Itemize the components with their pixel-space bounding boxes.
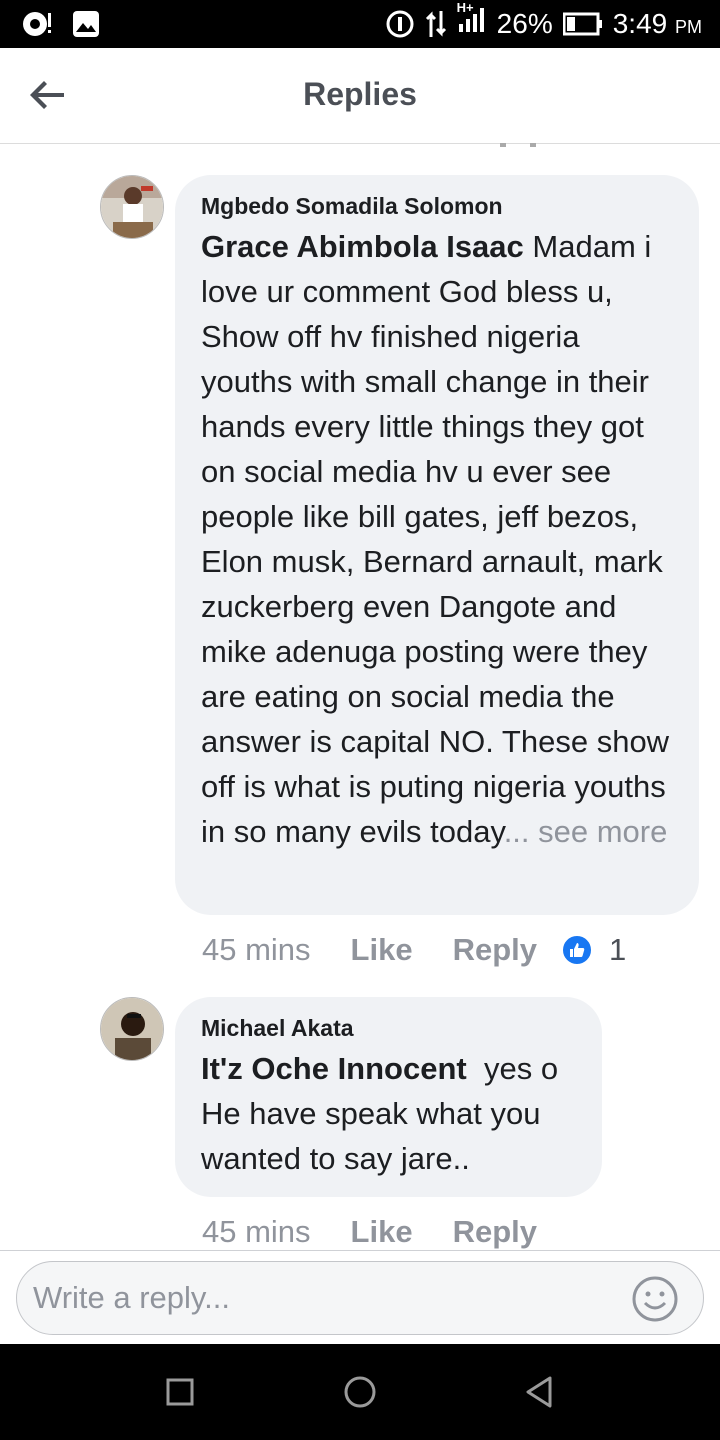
app-bar: Replies [0,48,720,144]
comment-text: It'z Oche Innocent yes o He have speak w… [201,1046,576,1181]
comment-author[interactable]: Mgbedo Somadila Solomon [201,193,673,220]
mention-link[interactable]: It'z Oche Innocent [201,1051,467,1086]
like-button[interactable]: Like [351,1214,413,1250]
status-left-icons [20,9,100,39]
data-transfer-icon [425,10,446,37]
like-thumb-icon[interactable] [561,934,593,966]
comment-actions: 45 mins Like Reply 1 [202,930,626,970]
previous-item-fragment [500,140,550,150]
reply-input[interactable] [33,1274,613,1322]
reply-composer-bar [0,1250,720,1344]
see-more-link[interactable]: ... see more [504,814,668,849]
comment-bubble[interactable]: Michael Akata It'z Oche Innocent yes o H… [175,997,602,1197]
reaction-count[interactable]: 1 [609,932,626,968]
comment-text: Grace Abimbola Isaac Madam i love ur com… [201,224,673,854]
reply-button[interactable]: Reply [453,1214,537,1250]
status-right: H+ 26% 3:49 PM [385,0,702,41]
back-nav-icon[interactable] [520,1372,560,1412]
network-type: H+ [457,0,487,41]
gallery-icon [73,11,99,37]
system-nav-bar [0,1344,720,1440]
emoji-icon[interactable] [631,1275,679,1323]
data-saver-icon [386,10,414,37]
comment-author[interactable]: Michael Akata [201,1015,576,1042]
comment-actions: 45 mins Like Reply [202,1212,537,1252]
reply-button[interactable]: Reply [453,932,537,968]
avatar[interactable] [100,997,164,1061]
like-button[interactable]: Like [351,932,413,968]
clock: 3:49 PM [612,7,702,39]
battery-percent: 26% [496,7,553,39]
home-icon[interactable] [340,1372,380,1412]
battery-icon [562,12,602,35]
timestamp: 45 mins [202,1214,311,1249]
mention-link[interactable]: Grace Abimbola Isaac [201,229,524,264]
page-title: Replies [303,76,417,112]
reply-composer[interactable] [16,1261,704,1335]
recent-apps-icon[interactable] [160,1372,200,1412]
timestamp: 45 mins [202,932,311,967]
comment-body: Madam i love ur comment God bless u, Sho… [201,229,670,849]
comment-bubble[interactable]: Mgbedo Somadila Solomon Grace Abimbola I… [175,175,699,915]
avatar[interactable] [100,175,164,239]
notification-icon [23,12,51,36]
status-bar: H+ 26% 3:49 PM [0,0,720,48]
